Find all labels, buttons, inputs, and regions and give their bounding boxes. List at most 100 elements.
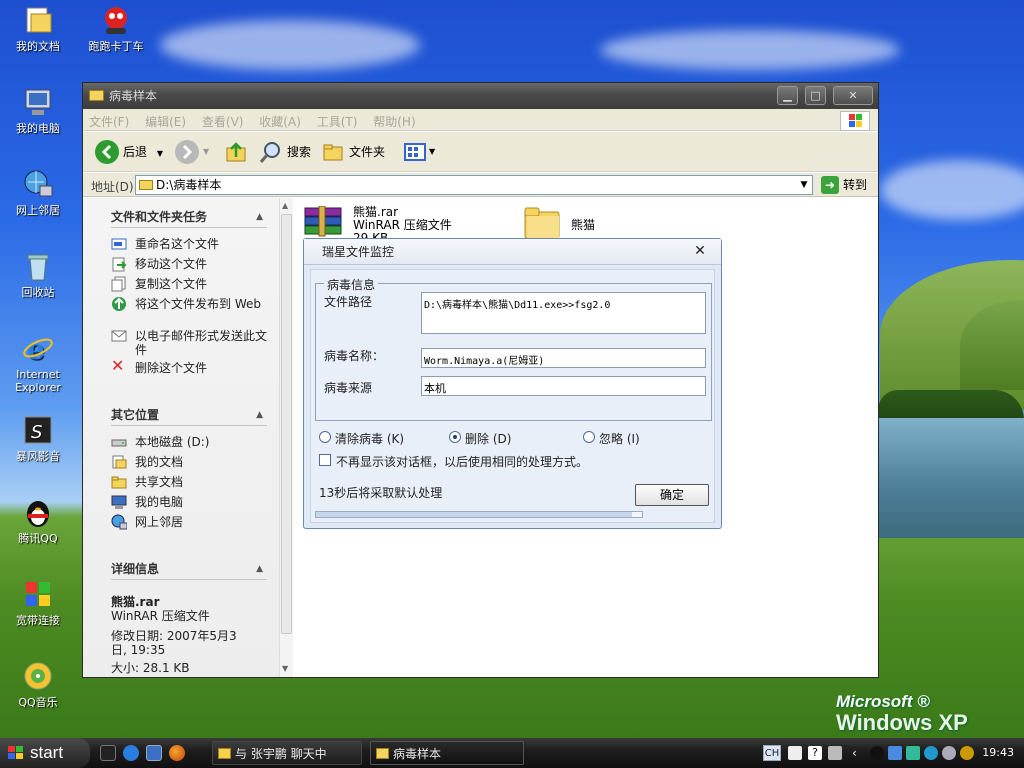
radio-delete[interactable] <box>449 431 461 443</box>
address-input[interactable]: D:\病毒样本 ▼ <box>135 175 813 195</box>
checkbox-box[interactable] <box>319 454 331 466</box>
other-places-header[interactable]: 其它位置 ▲ <box>111 404 267 426</box>
notification-icon[interactable] <box>828 746 842 760</box>
place-my-computer[interactable]: 我的电脑 <box>135 495 267 509</box>
address-label: 地址(D) <box>91 180 134 194</box>
ok-button[interactable]: 确定 <box>635 484 709 506</box>
desktop-icon-baofeng[interactable]: S 暴风影音 <box>0 414 76 463</box>
desktop-icon-label: Internet Explorer <box>15 368 61 394</box>
storm-player-icon: S <box>22 414 54 446</box>
scroll-down-icon[interactable]: ▼ <box>282 664 288 673</box>
views-button[interactable]: ▼ <box>403 140 437 164</box>
menu-favorites[interactable]: 收藏(A) <box>253 109 307 130</box>
file-tasks-header[interactable]: 文件和文件夹任务 ▲ <box>111 206 267 228</box>
close-button[interactable]: ✕ <box>833 86 873 105</box>
task-copy[interactable]: 复制这个文件 <box>135 277 267 291</box>
task-pane-scrollbar[interactable]: ▲ ▼ <box>279 198 293 677</box>
desktop-icon-network[interactable]: 网上邻居 <box>0 168 76 217</box>
back-button[interactable]: 后退 ▼ <box>95 140 163 164</box>
my-documents-icon <box>112 455 127 469</box>
radio-clean[interactable] <box>319 431 331 443</box>
desktop-icon-label: 跑跑卡丁车 <box>88 40 144 53</box>
show-desktop-icon[interactable] <box>146 745 162 761</box>
task-rename[interactable]: 重命名这个文件 <box>135 237 267 251</box>
virus-name-field[interactable]: Worm.Nimaya.a(尼姆亚) <box>421 348 706 368</box>
dialog-title-bar[interactable]: 瑞星文件监控 ✕ <box>304 239 721 265</box>
start-button[interactable]: start <box>0 738 90 768</box>
internet-explorer-icon: e <box>22 332 54 366</box>
chevron-down-icon: ▼ <box>203 147 210 156</box>
source-field[interactable]: 本机 <box>421 376 706 396</box>
update-tray-icon[interactable] <box>960 746 974 760</box>
close-icon[interactable]: ✕ <box>691 242 709 260</box>
option-clean-label: 清除病毒 (K) <box>335 432 405 446</box>
option-clean[interactable]: 清除病毒 (K) <box>319 430 404 447</box>
copy-icon <box>111 276 126 292</box>
path-field[interactable]: D:\病毒样本\熊猫\Dd11.exe>>fsg2.0 <box>421 292 706 334</box>
firefox-icon[interactable] <box>169 745 185 761</box>
task-qq-chat[interactable]: 与 张宇鹏 聊天中 <box>212 741 362 765</box>
place-my-documents[interactable]: 我的文档 <box>135 455 267 469</box>
maximize-button[interactable]: □ <box>805 86 826 105</box>
task-move[interactable]: 移动这个文件 <box>135 257 267 271</box>
task-publish[interactable]: 将这个文件发布到 Web <box>135 297 267 311</box>
task-explorer[interactable]: 病毒样本 <box>370 741 524 765</box>
place-network[interactable]: 网上邻居 <box>135 515 267 529</box>
scroll-up-icon[interactable]: ▲ <box>282 201 288 210</box>
logo-product: Windows XP <box>836 710 968 735</box>
menu-file[interactable]: 文件(F) <box>83 109 135 130</box>
details-header[interactable]: 详细信息 ▲ <box>111 558 267 580</box>
collapse-icon[interactable]: ▲ <box>256 558 263 580</box>
menu-tools[interactable]: 工具(T) <box>311 109 364 130</box>
go-button[interactable]: ➜ 转到 <box>821 176 867 194</box>
keyboard-icon[interactable] <box>788 746 802 760</box>
task-email[interactable]: 以电子邮件形式发送此文件 <box>135 329 267 357</box>
folder-icon <box>139 180 153 190</box>
desktop-icon-qq-music[interactable]: QQ音乐 <box>0 660 76 709</box>
progress-fill <box>316 512 633 517</box>
desktop-icon-recycle-bin[interactable]: 回收站 <box>0 250 76 299</box>
place-shared-documents[interactable]: 共享文档 <box>135 475 267 489</box>
collapse-icon[interactable]: ▲ <box>256 206 263 228</box>
desktop-icon-label: 回收站 <box>21 286 55 299</box>
folders-button[interactable]: 文件夹 <box>323 140 385 164</box>
collapse-icon[interactable]: ▲ <box>256 404 263 426</box>
qq-quicklaunch-icon[interactable] <box>100 745 116 761</box>
task-delete[interactable]: 删除这个文件 <box>135 361 267 375</box>
help-icon[interactable]: ? <box>808 746 822 760</box>
menu-edit[interactable]: 编辑(E) <box>139 109 192 130</box>
menu-view[interactable]: 查看(V) <box>196 109 250 130</box>
start-label: start <box>30 743 64 762</box>
desktop-icon-ie[interactable]: e Internet Explorer <box>0 332 76 394</box>
explorer-title-bar[interactable]: 病毒样本 ▁ □ ✕ <box>83 83 878 109</box>
chevron-down-icon[interactable]: ▼ <box>796 176 812 194</box>
desktop-icon-qq[interactable]: 腾讯QQ <box>0 496 76 545</box>
qq-tray-icon[interactable] <box>870 746 884 760</box>
radio-ignore[interactable] <box>583 431 595 443</box>
go-label: 转到 <box>843 178 868 192</box>
scroll-thumb[interactable] <box>281 214 292 634</box>
dont-show-checkbox[interactable]: 不再显示该对话框，以后使用相同的处理方式。 <box>319 453 588 470</box>
language-indicator[interactable]: CH <box>763 745 781 761</box>
place-local-disk[interactable]: 本地磁盘 (D:) <box>135 435 267 449</box>
option-delete[interactable]: 删除 (D) <box>449 430 511 447</box>
task-label: 病毒样本 <box>393 747 442 761</box>
desktop-icon-kartrider[interactable]: 跑跑卡丁车 <box>78 4 154 53</box>
volume-icon[interactable] <box>942 746 956 760</box>
antivirus-tray-icon[interactable] <box>924 746 938 760</box>
search-button[interactable]: 搜索 <box>259 140 311 164</box>
ie-quicklaunch-icon[interactable] <box>123 745 139 761</box>
network-tray-icon[interactable] <box>888 746 902 760</box>
desktop-icon-label: 腾讯QQ <box>18 532 58 545</box>
menu-help[interactable]: 帮助(H) <box>367 109 421 130</box>
up-folder-button[interactable] <box>225 140 249 164</box>
desktop-icon-my-documents[interactable]: 我的文档 <box>0 4 76 53</box>
desktop-icon-broadband[interactable]: 宽带连接 <box>0 578 76 627</box>
option-ignore[interactable]: 忽略 (I) <box>583 430 640 447</box>
kartrider-icon <box>100 4 132 36</box>
security-tray-icon[interactable] <box>906 746 920 760</box>
detail-modified: 修改日期: 2007年5月3日, 19:35 <box>111 629 237 657</box>
expand-tray-icon[interactable]: ‹ <box>852 746 866 760</box>
desktop-icon-my-computer[interactable]: 我的电脑 <box>0 86 76 135</box>
minimize-button[interactable]: ▁ <box>777 86 798 105</box>
